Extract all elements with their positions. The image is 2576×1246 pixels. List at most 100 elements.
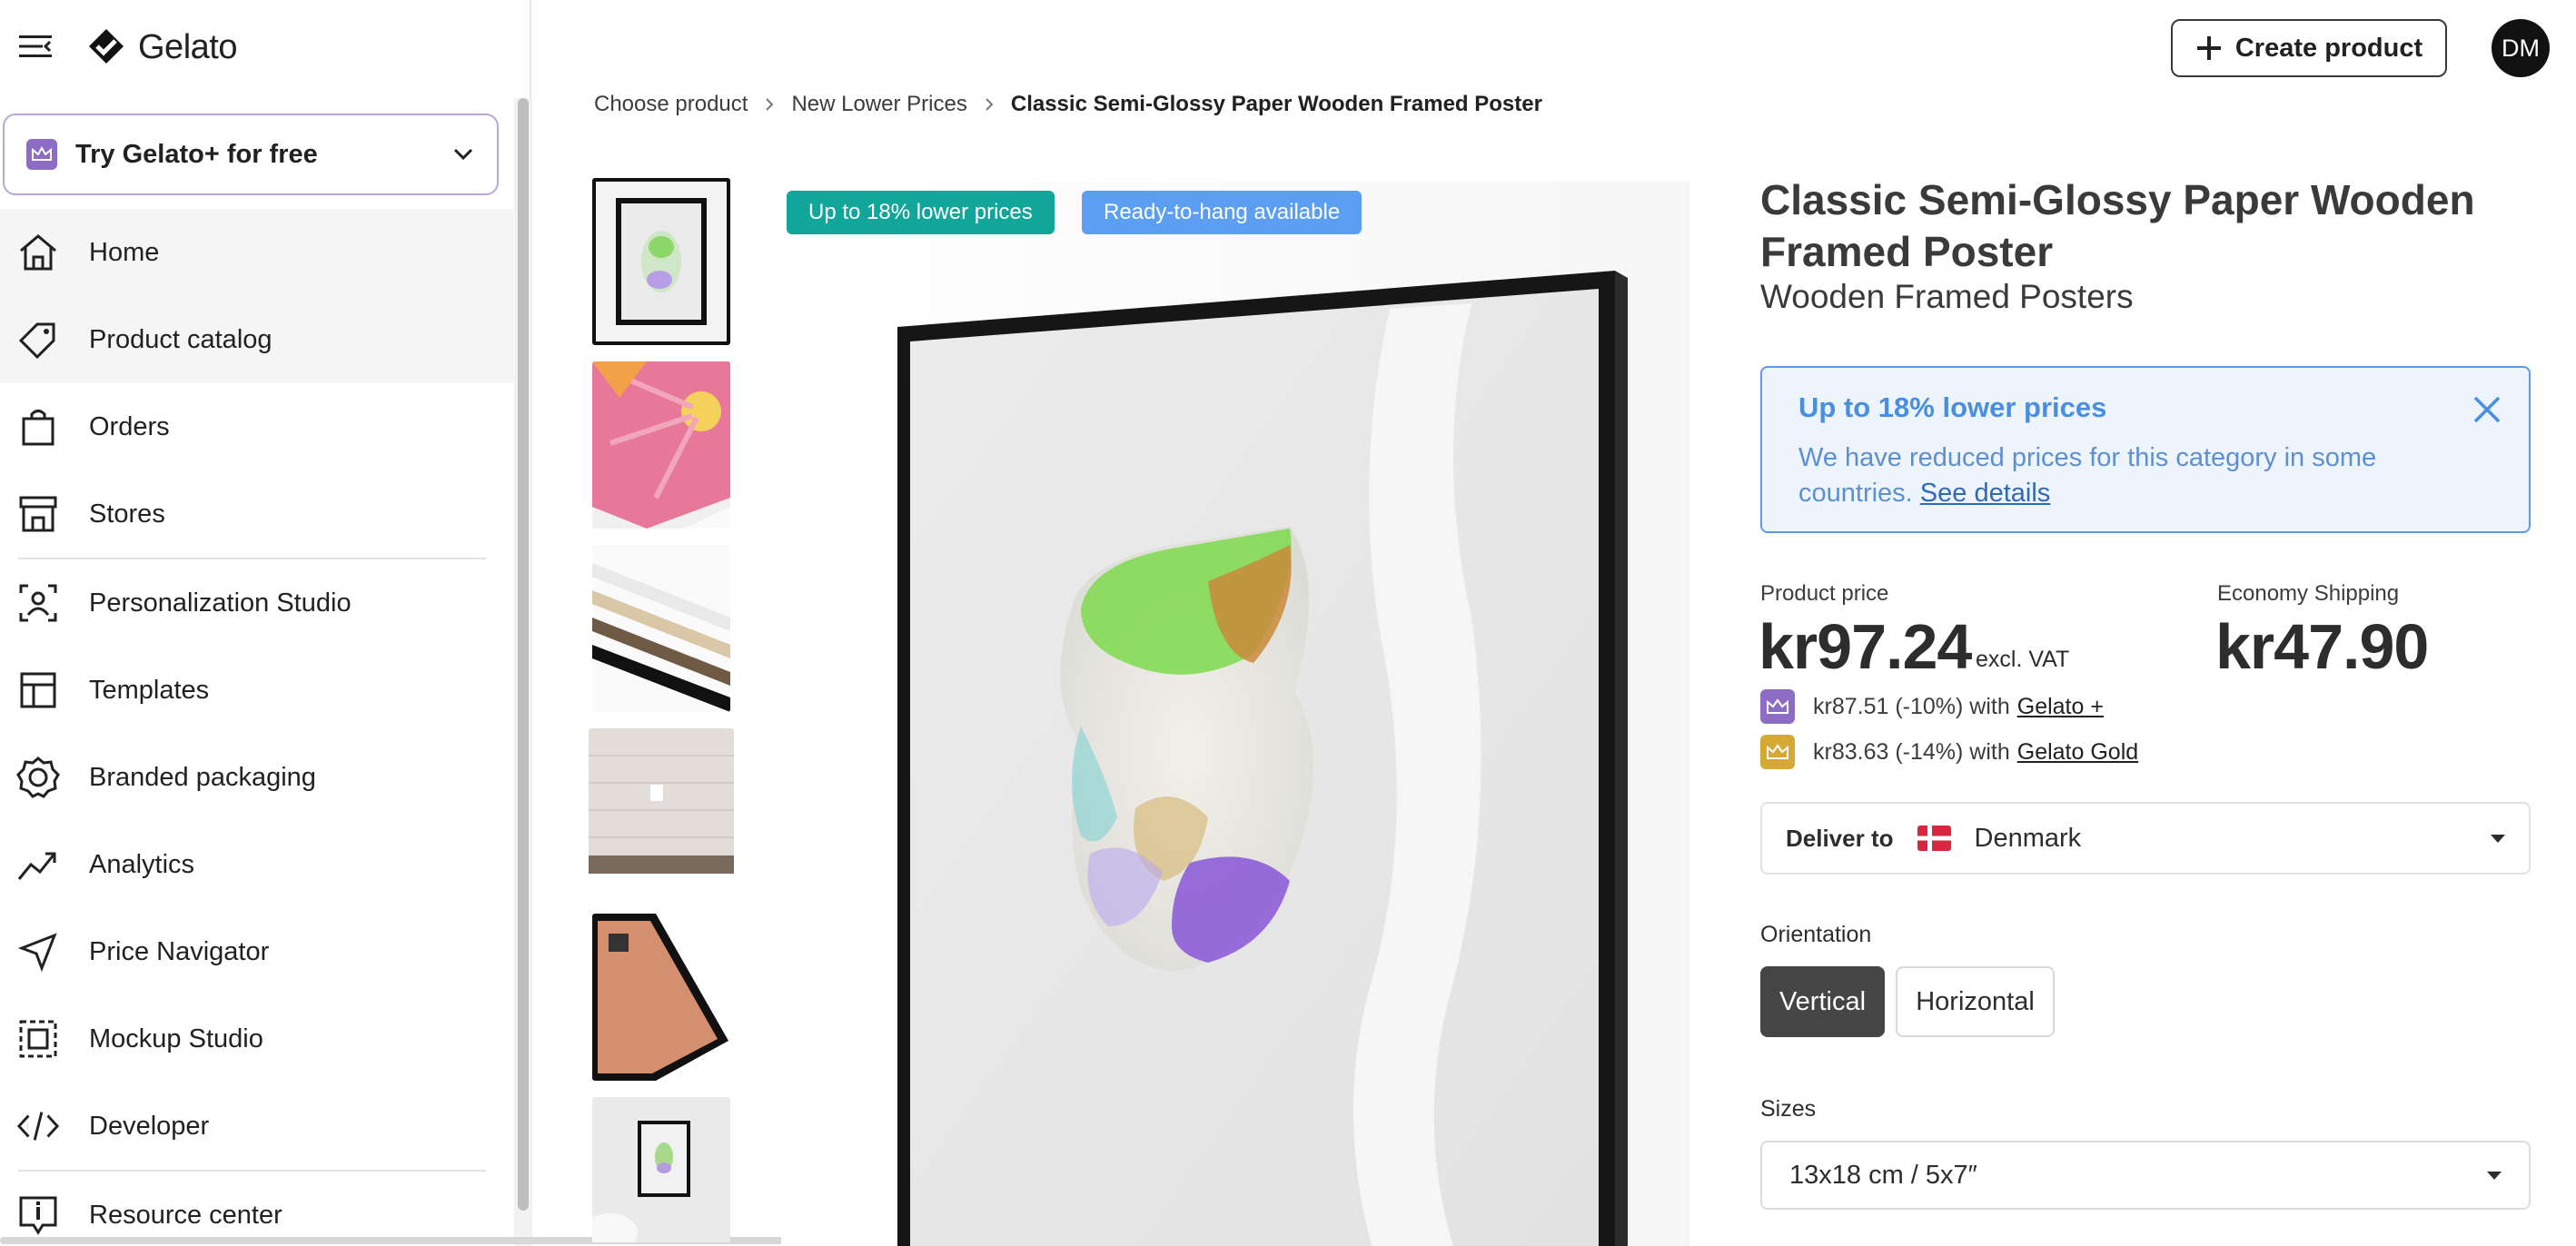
create-product-label: Create product xyxy=(2234,33,2423,63)
thumbnail-5[interactable] xyxy=(592,914,730,1081)
chevron-down-icon xyxy=(453,148,473,161)
breadcrumb: Choose product New Lower Prices Classic … xyxy=(594,89,1542,120)
thumbnail-3[interactable] xyxy=(592,545,730,712)
sidebar-item-analytics[interactable]: Analytics xyxy=(0,821,513,908)
orientation-horizontal-button[interactable]: Horizontal xyxy=(1896,966,2055,1037)
vat-note: excl. VAT xyxy=(1976,647,2070,672)
sidebar-item-branded-packaging[interactable]: Branded packaging xyxy=(0,734,513,821)
gelato-gold-price: kr83.63 (-14%) with xyxy=(1813,738,2010,765)
product-title: Classic Semi-Glossy Paper Wooden Framed … xyxy=(1760,176,2475,275)
mockup-icon xyxy=(16,1017,60,1061)
sizes-label: Sizes xyxy=(1760,1096,1817,1122)
caret-down-icon xyxy=(2491,834,2505,843)
menu-icon xyxy=(19,35,52,57)
sidebar-item-personalization-studio[interactable]: Personalization Studio xyxy=(0,559,513,647)
shipping-value: kr47.90 xyxy=(2215,611,2429,682)
gelato-logo[interactable]: Gelato xyxy=(84,22,237,73)
see-details-link[interactable]: See details xyxy=(1920,479,2051,508)
tag-icon xyxy=(16,318,60,361)
deliver-to-label: Deliver to xyxy=(1786,824,1894,852)
sidebar-item-mockup-studio[interactable]: Mockup Studio xyxy=(0,995,513,1083)
thumbnail-image xyxy=(592,914,730,1081)
lower-prices-badge: Up to 18% lower prices xyxy=(787,191,1055,234)
sidebar: Gelato Try Gelato+ for free Home Product… xyxy=(0,0,532,1246)
badge-icon xyxy=(16,756,60,799)
sidebar-header: Gelato xyxy=(0,0,531,94)
code-icon xyxy=(16,1104,60,1148)
denmark-flag-icon xyxy=(1917,826,1951,851)
sidebar-item-label: Home xyxy=(89,237,160,267)
caret-down-icon xyxy=(2487,1171,2502,1180)
product-main-image xyxy=(781,182,1689,1246)
crown-icon xyxy=(1760,689,1795,724)
navigation-arrow-icon xyxy=(16,930,60,974)
thumbnail-image xyxy=(592,361,730,529)
crown-icon xyxy=(26,139,57,170)
deliver-country: Denmark xyxy=(1974,823,2082,853)
shipping-label: Economy Shipping xyxy=(2217,581,2400,606)
sidebar-item-label: Personalization Studio xyxy=(89,588,352,618)
sidebar-item-orders[interactable]: Orders xyxy=(0,383,513,470)
thumbnail-1[interactable] xyxy=(592,178,730,345)
avatar[interactable]: DM xyxy=(2492,19,2550,77)
deliver-to-select[interactable]: Deliver to Denmark xyxy=(1760,802,2531,875)
shopping-bag-icon xyxy=(16,405,60,449)
gelato-logo-icon xyxy=(89,29,124,64)
template-icon xyxy=(16,668,60,712)
menu-toggle-button[interactable] xyxy=(16,27,54,65)
sidebar-item-home[interactable]: Home xyxy=(0,209,513,296)
horizontal-scroll-thumb[interactable] xyxy=(0,1237,863,1244)
gelato-plus-promo-button[interactable]: Try Gelato+ for free xyxy=(3,114,499,195)
logo-text: Gelato xyxy=(138,27,237,66)
sidebar-item-product-catalog[interactable]: Product catalog xyxy=(0,296,513,383)
sidebar-item-label: Orders xyxy=(89,411,170,441)
product-price-value: kr97.24 xyxy=(1759,611,1972,682)
breadcrumb-current: Classic Semi-Glossy Paper Wooden Framed … xyxy=(1010,92,1542,116)
framed-poster-image xyxy=(781,182,1689,1246)
sidebar-item-stores[interactable]: Stores xyxy=(0,470,513,558)
notice-text: We have reduced prices for this category… xyxy=(1798,440,2434,511)
breadcrumb-item-new-lower-prices[interactable]: New Lower Prices xyxy=(791,92,966,117)
sidebar-item-label: Price Navigator xyxy=(89,936,270,966)
chevron-right-icon xyxy=(764,97,775,112)
size-selected-value: 13x18 cm / 5x7″ xyxy=(1789,1160,1977,1190)
ready-to-hang-badge: Ready-to-hang available xyxy=(1082,191,1362,234)
notice-body: We have reduced prices for this category… xyxy=(1798,443,2377,508)
size-select[interactable]: 13x18 cm / 5x7″ xyxy=(1760,1141,2531,1210)
breadcrumb-item-choose-product[interactable]: Choose product xyxy=(594,92,748,117)
thumbnail-6[interactable] xyxy=(592,1097,730,1246)
sidebar-item-label: Stores xyxy=(89,499,165,529)
chevron-right-icon xyxy=(984,97,995,112)
gelato-gold-link[interactable]: Gelato Gold xyxy=(2017,739,2138,766)
store-icon xyxy=(16,492,60,536)
thumbnail-image xyxy=(589,728,734,874)
notice-title: Up to 18% lower prices xyxy=(1798,391,2107,423)
info-icon xyxy=(16,1193,60,1237)
gelato-plus-price: kr87.51 (-10%) with xyxy=(1813,693,2010,719)
sidebar-scroll-thumb[interactable] xyxy=(518,98,529,1211)
thumbnail-image xyxy=(592,1097,730,1246)
crown-icon xyxy=(1760,735,1795,769)
thumbnail-image xyxy=(592,545,730,712)
analytics-icon xyxy=(16,843,60,886)
close-icon[interactable] xyxy=(2471,393,2503,426)
product-subtitle: Wooden Framed Posters xyxy=(1760,278,2134,315)
personalization-icon xyxy=(16,581,60,625)
orientation-vertical-button[interactable]: Vertical xyxy=(1760,966,1885,1037)
gelato-plus-link[interactable]: Gelato + xyxy=(2017,694,2104,720)
sidebar-nav: Home Product catalog Orders Stores Perso… xyxy=(0,209,513,1246)
sidebar-item-label: Resource center xyxy=(89,1200,282,1230)
sidebar-item-label: Product catalog xyxy=(89,324,272,354)
gelato-plus-price-row: kr87.51 (-10%) with Gelato + xyxy=(1760,688,2104,725)
horizontal-scrollbar[interactable] xyxy=(0,1233,863,1246)
create-product-button[interactable]: Create product xyxy=(2171,19,2447,77)
promo-label: Try Gelato+ for free xyxy=(75,139,318,169)
sidebar-item-label: Templates xyxy=(89,675,210,705)
sidebar-item-price-navigator[interactable]: Price Navigator xyxy=(0,908,513,995)
sidebar-item-label: Branded packaging xyxy=(89,762,316,792)
thumbnail-2[interactable] xyxy=(592,361,730,529)
sidebar-item-developer[interactable]: Developer xyxy=(0,1083,513,1170)
sidebar-scrollbar[interactable] xyxy=(514,98,532,1246)
sidebar-item-templates[interactable]: Templates xyxy=(0,647,513,734)
thumbnail-4[interactable] xyxy=(589,728,734,895)
